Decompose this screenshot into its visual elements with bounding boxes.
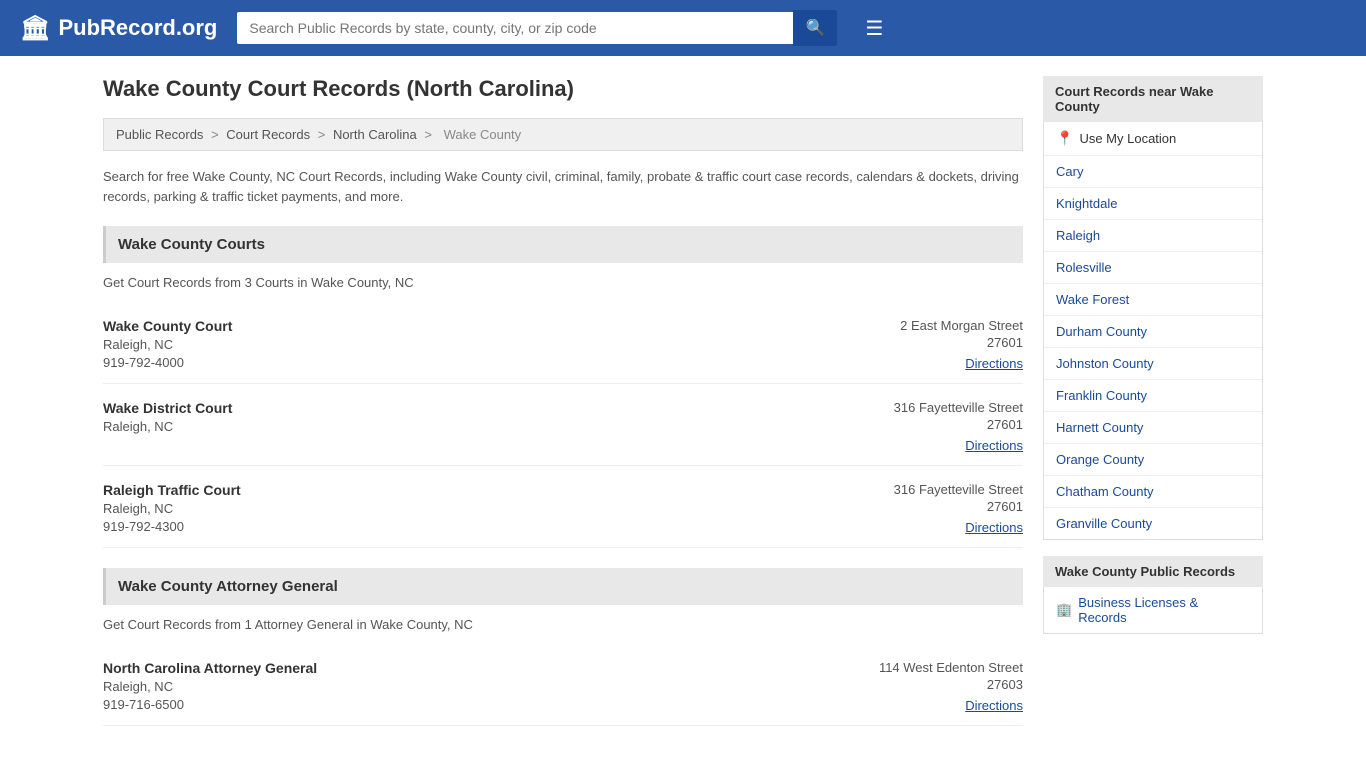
nearby-item-chatham-county[interactable]: Chatham County — [1044, 476, 1262, 508]
logo-text: PubRecord.org — [58, 15, 217, 41]
breadcrumb-court-records[interactable]: Court Records — [226, 127, 310, 142]
attorney-phone-1: 919-716-6500 — [103, 697, 317, 712]
court-left-1: Wake County Court Raleigh, NC 919-792-40… — [103, 318, 232, 371]
nearby-item-knightdale[interactable]: Knightdale — [1044, 188, 1262, 220]
court-entry-1: Wake County Court Raleigh, NC 919-792-40… — [103, 306, 1023, 384]
court-name-3: Raleigh Traffic Court — [103, 482, 241, 498]
nearby-item-granville-county[interactable]: Granville County — [1044, 508, 1262, 539]
search-bar: 🔍 — [237, 10, 837, 46]
court-right-1: 2 East Morgan Street 27601 Directions — [900, 318, 1023, 371]
attorney-left-1: North Carolina Attorney General Raleigh,… — [103, 660, 317, 713]
search-input[interactable] — [237, 12, 793, 44]
use-location-label: Use My Location — [1079, 131, 1176, 146]
site-header: 🏛 PubRecord.org 🔍 ☰ — [0, 0, 1366, 56]
nearby-item-wake-forest[interactable]: Wake Forest — [1044, 284, 1262, 316]
courts-section-header: Wake County Courts — [103, 226, 1023, 263]
courts-section: Wake County Courts Get Court Records fro… — [103, 226, 1023, 548]
search-icon: 🔍 — [805, 20, 825, 37]
court-address2-2: 27601 — [894, 417, 1023, 432]
nearby-list: 📍 Use My Location Cary Knightdale Raleig… — [1043, 122, 1263, 540]
page-title: Wake County Court Records (North Carolin… — [103, 76, 1023, 102]
public-records-item-business[interactable]: 🏢 Business Licenses & Records — [1044, 587, 1262, 633]
main-container: Wake County Court Records (North Carolin… — [83, 56, 1283, 766]
attorney-address2-1: 27603 — [879, 677, 1023, 692]
nearby-item-harnett-county[interactable]: Harnett County — [1044, 412, 1262, 444]
public-records-list: 🏢 Business Licenses & Records — [1043, 587, 1263, 634]
court-address1-3: 316 Fayetteville Street — [894, 482, 1023, 497]
nearby-item-cary[interactable]: Cary — [1044, 156, 1262, 188]
breadcrumb-wake-county: Wake County — [444, 127, 522, 142]
site-logo[interactable]: 🏛 PubRecord.org — [20, 14, 217, 43]
court-address2-1: 27601 — [900, 335, 1023, 350]
attorney-address1-1: 114 West Edenton Street — [879, 660, 1023, 675]
court-entry-2: Wake District Court Raleigh, NC 316 Faye… — [103, 388, 1023, 466]
court-entry-3: Raleigh Traffic Court Raleigh, NC 919-79… — [103, 470, 1023, 548]
search-button[interactable]: 🔍 — [793, 10, 837, 46]
nearby-item-raleigh[interactable]: Raleigh — [1044, 220, 1262, 252]
public-records-section-title: Wake County Public Records — [1043, 556, 1263, 587]
court-location-2: Raleigh, NC — [103, 419, 232, 434]
directions-link-3[interactable]: Directions — [965, 520, 1023, 535]
breadcrumb-public-records[interactable]: Public Records — [116, 127, 203, 142]
logo-icon: 🏛 — [20, 14, 50, 43]
breadcrumb-north-carolina[interactable]: North Carolina — [333, 127, 417, 142]
attorney-section-desc: Get Court Records from 1 Attorney Genera… — [103, 617, 1023, 632]
court-name-1: Wake County Court — [103, 318, 232, 334]
court-location-1: Raleigh, NC — [103, 337, 232, 352]
nearby-item-durham-county[interactable]: Durham County — [1044, 316, 1262, 348]
directions-link-1[interactable]: Directions — [965, 356, 1023, 371]
directions-link-2[interactable]: Directions — [965, 438, 1023, 453]
attorney-directions-link-1[interactable]: Directions — [965, 698, 1023, 713]
nearby-item-johnston-county[interactable]: Johnston County — [1044, 348, 1262, 380]
attorney-entry-1: North Carolina Attorney General Raleigh,… — [103, 648, 1023, 726]
business-records-label: Business Licenses & Records — [1078, 595, 1250, 625]
court-phone-1: 919-792-4000 — [103, 355, 232, 370]
nearby-item-franklin-county[interactable]: Franklin County — [1044, 380, 1262, 412]
location-icon: 📍 — [1056, 130, 1073, 147]
attorney-location-1: Raleigh, NC — [103, 679, 317, 694]
court-location-3: Raleigh, NC — [103, 501, 241, 516]
main-content: Wake County Court Records (North Carolin… — [103, 76, 1023, 746]
court-address1-2: 316 Fayetteville Street — [894, 400, 1023, 415]
nearby-item-orange-county[interactable]: Orange County — [1044, 444, 1262, 476]
court-left-2: Wake District Court Raleigh, NC — [103, 400, 232, 453]
court-right-3: 316 Fayetteville Street 27601 Directions — [894, 482, 1023, 535]
attorney-name-1: North Carolina Attorney General — [103, 660, 317, 676]
nearby-item-rolesville[interactable]: Rolesville — [1044, 252, 1262, 284]
building-icon: 🏢 — [1056, 602, 1072, 618]
court-left-3: Raleigh Traffic Court Raleigh, NC 919-79… — [103, 482, 241, 535]
court-name-2: Wake District Court — [103, 400, 232, 416]
attorney-right-1: 114 West Edenton Street 27603 Directions — [879, 660, 1023, 713]
attorney-section: Wake County Attorney General Get Court R… — [103, 568, 1023, 726]
use-location-item[interactable]: 📍 Use My Location — [1044, 122, 1262, 156]
menu-button[interactable]: ☰ — [857, 12, 891, 45]
courts-section-desc: Get Court Records from 3 Courts in Wake … — [103, 275, 1023, 290]
court-address1-1: 2 East Morgan Street — [900, 318, 1023, 333]
sidebar: Court Records near Wake County 📍 Use My … — [1043, 76, 1263, 746]
court-phone-3: 919-792-4300 — [103, 519, 241, 534]
breadcrumb: Public Records > Court Records > North C… — [103, 118, 1023, 151]
page-description: Search for free Wake County, NC Court Re… — [103, 167, 1023, 206]
nearby-section-title: Court Records near Wake County — [1043, 76, 1263, 122]
court-address2-3: 27601 — [894, 499, 1023, 514]
court-right-2: 316 Fayetteville Street 27601 Directions — [894, 400, 1023, 453]
menu-icon: ☰ — [865, 18, 883, 40]
attorney-section-header: Wake County Attorney General — [103, 568, 1023, 605]
